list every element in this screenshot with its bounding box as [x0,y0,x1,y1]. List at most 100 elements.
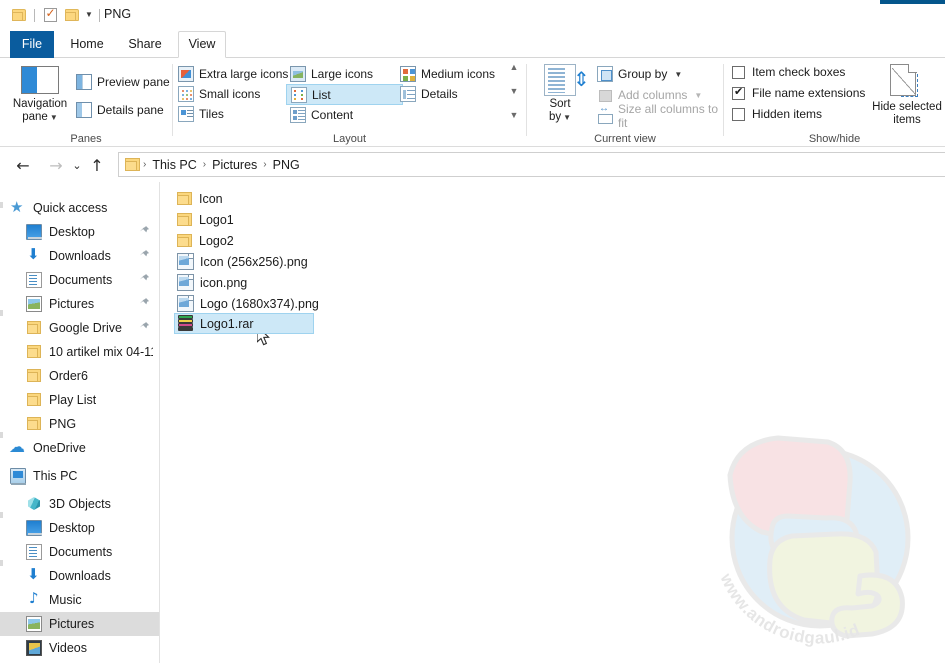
forward-button[interactable]: → [45,154,67,176]
gallery-more-icon[interactable]: ▼ [510,111,519,120]
sidebar-item-label: Order6 [49,369,88,383]
sidebar-item-music[interactable]: Music [0,588,159,612]
scroll-down-icon[interactable]: ▼ [510,87,519,96]
ribbon-group-panes: Navigation pane ▼ Preview pane Details pa… [0,58,172,147]
details-pane-button[interactable]: Details pane [76,100,164,120]
ribbon-group-layout: Extra large icons Small icons Tiles Larg… [173,58,526,147]
hide-selected-items-button[interactable]: Hide selected items [870,64,944,127]
file-list-view[interactable]: Icon Logo1 Logo2 Icon (256x256).png icon.png… [161,182,945,663]
properties-icon[interactable] [39,4,61,26]
pin-icon[interactable] [139,249,151,261]
sort-by-label-line2: by ▼ [548,111,572,123]
breadcrumb-item-png[interactable]: PNG [268,158,305,172]
sidebar-item-pictures[interactable]: Pictures [0,292,159,316]
group-by-button[interactable]: Group by ▼ [597,64,682,84]
layout-extra-large-icons[interactable]: Extra large icons [178,64,288,84]
chevron-down-icon[interactable]: ▼ [563,113,571,122]
layout-label: Medium icons [421,67,496,81]
sidebar-item-documents[interactable]: Documents [0,268,159,292]
this-pc-icon [10,468,26,485]
item-check-boxes-checkbox[interactable] [732,65,745,79]
sidebar-item-pictures[interactable]: Pictures [0,612,159,636]
documents-icon [26,544,42,560]
pin-icon[interactable] [139,321,151,333]
pin-icon[interactable] [139,297,151,309]
list-item[interactable]: icon.png [174,272,253,293]
layout-label: Details [421,87,458,101]
navigation-pane[interactable]: Quick access Desktop Downloads Documents Pic… [0,182,160,663]
sidebar-item-desktop[interactable]: Desktop [0,220,159,244]
sort-by-icon: ⇕ [544,64,590,96]
list-item[interactable]: Icon [174,188,229,209]
sidebar-item-documents[interactable]: Documents [0,540,159,564]
chevron-down-icon[interactable]: ▼ [694,91,702,100]
hidden-items-option[interactable]: Hidden items [732,107,822,121]
sidebar-item-order6[interactable]: Order6 [0,364,159,388]
tab-file[interactable]: File [10,31,54,58]
sidebar-item-3d-objects[interactable]: 3D Objects [0,492,159,516]
chevron-down-icon[interactable]: ▼ [674,70,682,79]
file-name-extensions-option[interactable]: File name extensions [732,85,865,100]
tab-home[interactable]: Home [62,31,112,58]
list-item-label: Logo1 [199,212,234,227]
new-folder-icon[interactable] [61,4,83,26]
sidebar-item-label: Quick access [33,201,108,215]
sort-direction-arrow-icon: ⇕ [573,69,590,91]
back-button[interactable]: ← [12,154,34,176]
layout-gallery-scrollbar[interactable]: ▲ ▼ ▼ [506,63,522,120]
scroll-up-icon[interactable]: ▲ [510,63,519,72]
up-button[interactable]: ↑ [86,154,108,176]
file-name-extensions-checkbox[interactable] [732,85,745,100]
layout-medium-icons[interactable]: Medium icons [400,64,495,84]
sidebar-item-downloads[interactable]: Downloads [0,244,159,268]
layout-tiles[interactable]: Tiles [178,104,224,124]
layout-small-icons[interactable]: Small icons [178,84,260,104]
pin-icon[interactable] [139,273,151,285]
customize-caret-icon[interactable]: ▼ [83,4,95,26]
layout-content[interactable]: Content [290,105,353,125]
layout-large-icons[interactable]: Large icons [290,64,373,84]
pin-icon[interactable] [139,225,151,237]
breadcrumb-folder-icon [125,158,140,171]
quick-access-toolbar: ▼ [8,4,104,26]
list-item[interactable]: Logo1 [174,209,240,230]
sidebar-item-google-drive[interactable]: Google Drive [0,316,159,340]
hidden-items-checkbox[interactable] [732,107,745,121]
list-item-label: icon.png [200,275,248,290]
sidebar-item-this-pc[interactable]: This PC [0,464,159,488]
layout-label: Tiles [199,107,224,121]
folder-icon [176,190,193,207]
sidebar-item-desktop[interactable]: Desktop [0,516,159,540]
sidebar-item-onedrive[interactable]: OneDrive [0,436,159,460]
list-item[interactable]: Logo2 [174,230,240,251]
layout-list[interactable]: List [286,84,403,105]
list-item[interactable]: Logo1.rar [174,313,314,334]
folder-icon[interactable] [8,4,30,26]
3d-objects-icon [26,496,42,512]
png-file-icon [177,253,194,270]
sidebar-item-play-list[interactable]: Play List [0,388,159,412]
item-check-boxes-option[interactable]: Item check boxes [732,65,845,79]
sidebar-item-png[interactable]: PNG [0,412,159,436]
tab-view[interactable]: View [178,31,226,58]
ribbon-view-tab: Navigation pane ▼ Preview pane Details pa… [0,58,945,147]
breadcrumb-item-this-pc[interactable]: This PC [147,158,201,172]
sort-by-button[interactable]: ⇕ Sort by ▼ [537,64,590,124]
navigation-pane-button[interactable]: Navigation pane ▼ [8,66,72,124]
chevron-down-icon[interactable]: ▼ [50,113,58,122]
recent-locations-button[interactable]: ⌄ [66,154,88,176]
sidebar-item-quick-access[interactable]: Quick access [0,196,159,220]
list-item[interactable]: Logo (1680x374).png [174,293,325,314]
list-item[interactable]: Icon (256x256).png [174,251,314,272]
layout-details[interactable]: Details [400,84,458,104]
sidebar-item-downloads[interactable]: Downloads [0,564,159,588]
tab-share[interactable]: Share [118,31,172,58]
sidebar-item-10-artikel-mix-04-11[interactable]: 10 artikel mix 04-11 [0,340,159,364]
breadcrumb-item-pictures[interactable]: Pictures [207,158,262,172]
pictures-icon [26,616,42,632]
sidebar-item-videos[interactable]: Videos [0,636,159,660]
size-all-columns-button[interactable]: Size all columns to fit [597,102,723,130]
breadcrumb[interactable]: › This PC › Pictures › PNG [118,152,945,177]
preview-pane-button[interactable]: Preview pane [76,72,170,92]
png-file-icon [177,295,194,312]
